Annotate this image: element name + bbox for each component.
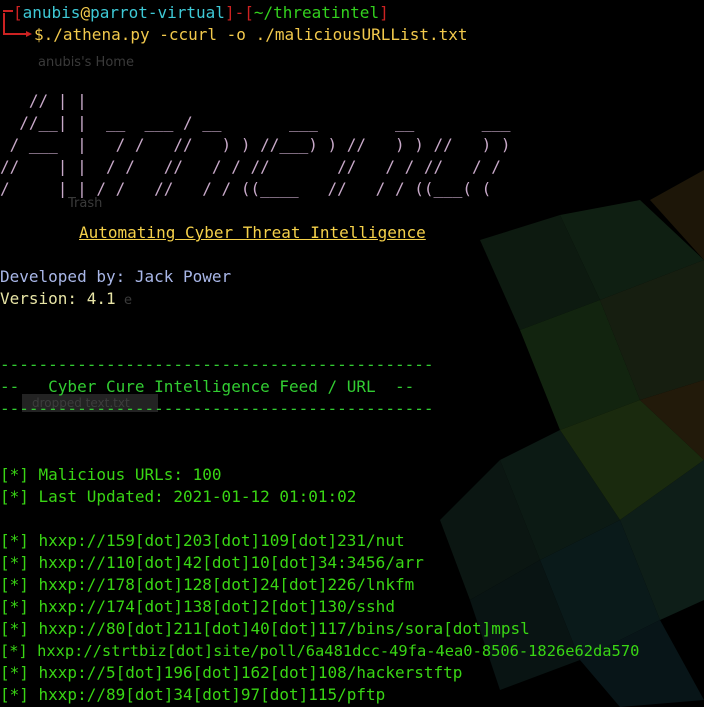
prompt-user: anubis — [22, 3, 81, 22]
version: Version: 4.1 — [0, 289, 116, 308]
url-list-item: [*] hxxp://5[dot]196[dot]162[dot]108/hac… — [0, 663, 463, 682]
url-list-item: [*] hxxp://89[dot]34[dot]97[dot]115/pftp — [0, 685, 386, 704]
url-list-item: [*] hxxp://strtbiz[dot]site/poll/6a481dc… — [0, 642, 640, 660]
prompt-at: @ — [80, 3, 91, 22]
banner-ascii-line-1: // | | — [0, 91, 87, 110]
developed-by: Developed by: Jack Power — [0, 267, 232, 286]
prompt-line: [anubis@parrot-virtual]-[~/threatintel] — [13, 3, 389, 22]
feed-title: -- Cyber Cure Intelligence Feed / URL -- — [0, 377, 415, 396]
banner-ascii-line-2: //__| | __ ___ / __ ___ __ ___ — [0, 113, 511, 132]
prompt-cwd: ~/threatintel — [253, 3, 380, 22]
prompt-symbol: $ — [34, 25, 44, 44]
banner-ascii-line-5: / | | / / // / / ((____ // / / ((___( ( — [0, 179, 492, 198]
desktop-home-label[interactable]: anubis's Home — [38, 55, 134, 70]
prompt-corner-top — [3, 10, 13, 12]
banner-ascii-line-4: // | | / / // / / // // / / // / / — [0, 157, 501, 176]
url-list-item: [*] hxxp://174[dot]138[dot]2[dot]130/ssh… — [0, 597, 395, 616]
last-updated: [*] Last Updated: 2021-01-12 01:01:02 — [0, 487, 357, 506]
url-list-item: [*] hxxp://110[dot]42[dot]10[dot]34:3456… — [0, 553, 424, 572]
url-list-item: [*] hxxp://159[dot]203[dot]109[dot]231/n… — [0, 531, 405, 550]
malicious-url-count: [*] Malicious URLs: 100 — [0, 465, 222, 484]
feed-rule-bottom: ----------------------------------------… — [0, 399, 434, 418]
url-list-item: [*] hxxp://80[dot]211[dot]40[dot]117/bin… — [0, 619, 530, 638]
command-line[interactable]: $./athena.py -ccurl -o ./maliciousURLLis… — [34, 24, 467, 46]
prompt-host: parrot-virtual — [90, 3, 225, 22]
feed-rule-top: ----------------------------------------… — [0, 355, 434, 374]
banner-ascii-line-3: / ___ | / / // ) ) //___) ) // ) ) // ) … — [0, 135, 511, 154]
command-text: ./athena.py -ccurl -o ./maliciousURLList… — [43, 25, 468, 44]
banner-subtitle: Automating Cyber Threat Intelligence — [79, 223, 426, 242]
desktop-partial-label: e — [124, 293, 132, 308]
prompt-arrow-icon — [10, 31, 32, 37]
url-list-item: [*] hxxp://178[dot]128[dot]24[dot]226/ln… — [0, 575, 415, 594]
